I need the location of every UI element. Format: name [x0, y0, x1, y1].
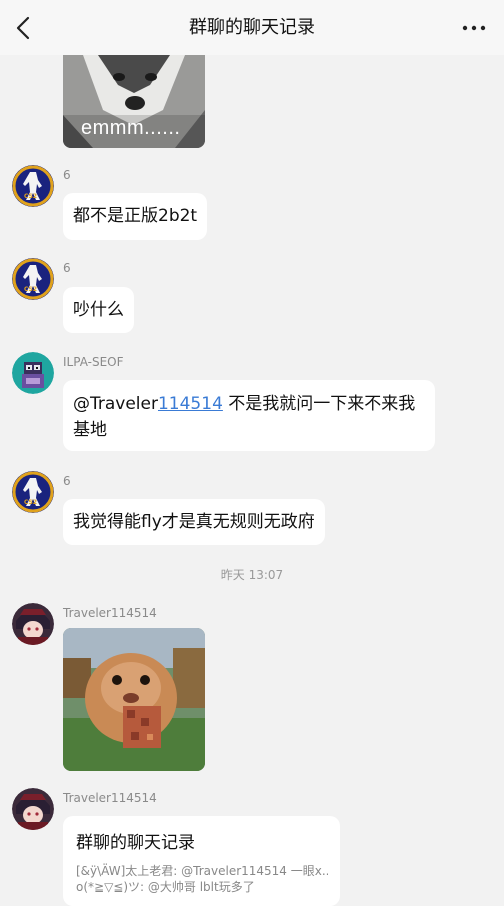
avatar[interactable]: CS2: [12, 165, 54, 207]
svg-text:CS2: CS2: [24, 193, 37, 200]
page-title: 群聊的聊天记录: [189, 17, 315, 38]
sender-name: 6: [63, 261, 71, 275]
message-text: 吵什么: [73, 300, 124, 320]
hamster-image[interactable]: [63, 628, 205, 771]
sender-name: 6: [63, 474, 71, 488]
more-horizontal-icon: [462, 25, 486, 31]
pixel-character-icon: [12, 352, 54, 394]
meme-caption: emmm......: [81, 117, 181, 139]
anime-character-icon: [12, 788, 54, 830]
message-text: 我觉得能fly才是真无规则无政府: [73, 512, 315, 532]
message-text: 都不是正版2b2t: [73, 206, 198, 226]
timestamp: 昨天 13:07: [220, 568, 284, 582]
anime-character-icon: [12, 603, 54, 645]
card-preview-line: [&ÿ\ÄW]太上老君: @Traveler114514 一眼x...: [76, 864, 328, 878]
message-bubble[interactable]: 我觉得能fly才是真无规则无政府: [63, 499, 325, 545]
forwarded-chat-card[interactable]: 群聊的聊天记录 [&ÿ\ÄW]太上老君: @Traveler114514 一眼x…: [63, 816, 340, 906]
cs-logo-icon: CS2: [12, 165, 54, 207]
card-preview-line: o(*≧▽≦)ツ: @大帅哥 lblt玩多了: [76, 880, 255, 894]
message-text-line2: 基地: [73, 420, 107, 440]
mention-link[interactable]: 114514: [158, 394, 223, 414]
message-bubble[interactable]: 都不是正版2b2t: [63, 193, 208, 240]
avatar[interactable]: [12, 352, 54, 394]
svg-text:CS2: CS2: [24, 499, 37, 506]
top-bar: 群聊的聊天记录: [0, 0, 504, 55]
avatar[interactable]: [12, 603, 54, 645]
sender-name: Traveler114514: [63, 791, 157, 805]
avatar[interactable]: CS2: [12, 258, 54, 300]
svg-text:CS2: CS2: [24, 286, 37, 293]
message-bubble[interactable]: 吵什么: [63, 287, 134, 333]
sender-name: ILPA-SEOF: [63, 355, 124, 369]
hamster-picture: [63, 628, 205, 771]
sender-name: Traveler114514: [63, 606, 157, 620]
card-title: 群聊的聊天记录: [76, 833, 195, 853]
more-button[interactable]: [460, 18, 488, 38]
message-text: @Traveler114514 不是我就问一下来不来我: [73, 394, 416, 414]
husky-meme-image[interactable]: emmm......: [63, 55, 205, 148]
cs-logo-icon: CS2: [12, 471, 54, 513]
avatar[interactable]: CS2: [12, 471, 54, 513]
sender-name: 6: [63, 168, 71, 182]
cs-logo-icon: CS2: [12, 258, 54, 300]
avatar[interactable]: [12, 788, 54, 830]
message-bubble[interactable]: @Traveler114514 不是我就问一下来不来我 基地: [63, 380, 435, 451]
